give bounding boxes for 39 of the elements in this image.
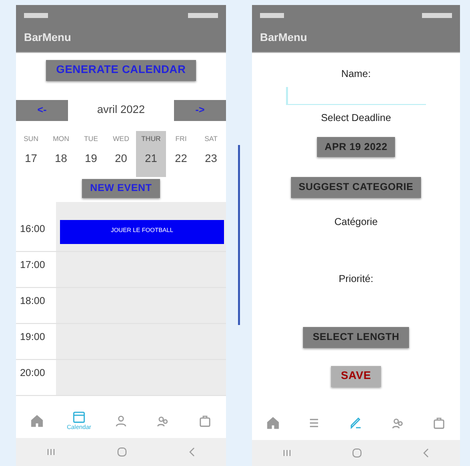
date-label: 21 xyxy=(144,152,158,167)
app-title: BarMenu xyxy=(260,31,308,46)
month-label: avril 2022 xyxy=(97,102,145,118)
save-button[interactable]: SAVE xyxy=(330,366,382,387)
back-icon[interactable] xyxy=(188,447,196,457)
group-icon[interactable] xyxy=(390,416,405,430)
bag-icon[interactable] xyxy=(432,416,446,430)
bag-icon[interactable] xyxy=(198,414,212,428)
hour-label: 20:00 xyxy=(19,366,46,380)
edit-icon[interactable] xyxy=(348,416,363,430)
hour-label: 19:00 xyxy=(19,330,46,344)
recent-apps-icon[interactable] xyxy=(282,449,292,457)
date-label: 20 xyxy=(114,152,128,167)
group-icon[interactable] xyxy=(156,414,170,428)
category-label: Catégorie xyxy=(334,216,378,230)
name-input-field[interactable] xyxy=(286,87,426,105)
person-icon[interactable] xyxy=(114,414,128,428)
app-title: BarMenu xyxy=(24,31,72,46)
back-icon[interactable] xyxy=(422,448,430,458)
home-button-icon[interactable] xyxy=(116,447,127,457)
suggest-category-button[interactable]: SUGGEST CATEGORIE xyxy=(290,177,422,198)
home-button-icon[interactable] xyxy=(352,448,362,458)
home-icon[interactable] xyxy=(30,414,44,428)
calendar-icon[interactable] xyxy=(72,410,86,424)
select-length-button[interactable]: SELECT LENGTH xyxy=(302,327,410,348)
date-label: 17 xyxy=(24,152,38,167)
name-label: Name: xyxy=(341,68,371,82)
deadline-label: Select Deadline xyxy=(320,112,392,126)
date-label: 22 xyxy=(174,152,188,167)
priority-label: Priorité: xyxy=(338,273,374,287)
date-label: 23 xyxy=(204,152,218,167)
date-label: 18 xyxy=(54,152,68,167)
hour-label: 17:00 xyxy=(19,258,46,272)
hour-label: 18:00 xyxy=(19,294,46,308)
home-icon[interactable] xyxy=(266,416,280,430)
hour-label: 16:00 xyxy=(19,222,46,236)
deadline-date-button[interactable]: APR 19 2022 xyxy=(316,137,396,157)
date-label: 19 xyxy=(84,152,98,167)
recent-apps-icon[interactable] xyxy=(46,448,56,456)
